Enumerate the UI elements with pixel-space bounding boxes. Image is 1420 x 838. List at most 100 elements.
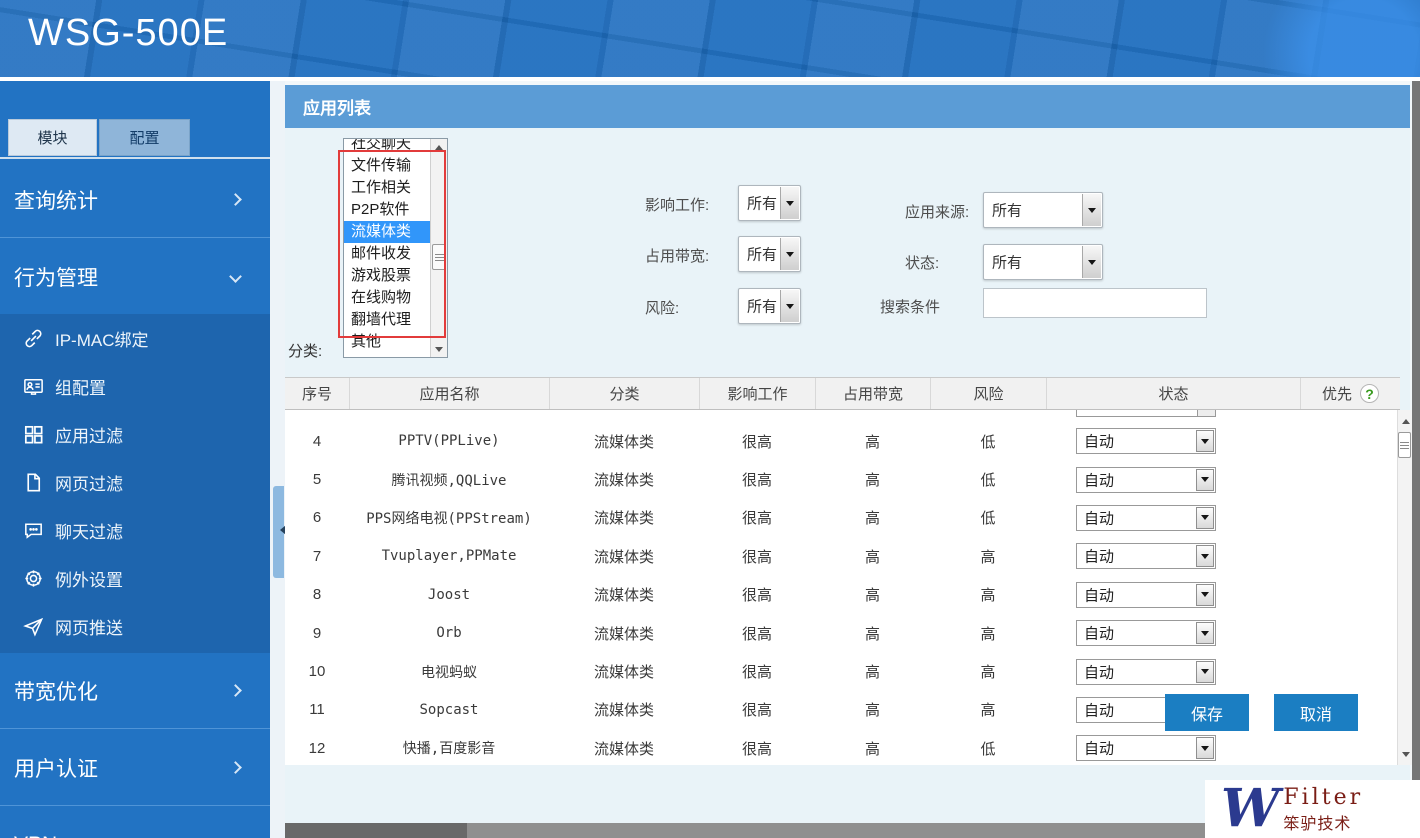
- filter-source-select[interactable]: 所有: [983, 192, 1103, 228]
- scroll-down-icon[interactable]: [1398, 746, 1414, 762]
- cell-risk: 高: [930, 661, 1046, 682]
- table-header: 序号 应用名称 分类 影响工作 占用带宽 风险 状态 优先 ?: [285, 377, 1400, 410]
- sidebar-item-1[interactable]: IP-MAC绑定: [0, 314, 270, 362]
- cell-no: 8: [285, 586, 349, 603]
- category-option-9[interactable]: 翻墙代理: [344, 309, 430, 331]
- chevron-down-icon[interactable]: [1196, 584, 1214, 606]
- tab-module[interactable]: 模块: [8, 119, 97, 156]
- sidebar-group-1[interactable]: 查询统计: [0, 162, 270, 237]
- sidebar-item-6[interactable]: 例外设置: [0, 554, 270, 602]
- listbox-scrollbar[interactable]: [430, 139, 447, 357]
- chevron-down-icon[interactable]: [1196, 545, 1214, 567]
- help-icon[interactable]: ?: [1360, 384, 1379, 403]
- status-select[interactable]: 自动: [1076, 428, 1216, 454]
- cell-no: 6: [285, 509, 349, 526]
- filter-risk-select[interactable]: 所有: [738, 288, 801, 324]
- category-option-4[interactable]: P2P软件: [344, 199, 430, 221]
- status-select-value: 自动: [1084, 431, 1114, 452]
- sidebar-group-5[interactable]: VPN: [0, 807, 270, 838]
- sidebar-submenu: IP-MAC绑定组配置应用过滤网页过滤聊天过滤例外设置网页推送: [0, 314, 270, 653]
- sidebar-item-5[interactable]: 聊天过滤: [0, 506, 270, 554]
- cancel-button[interactable]: 取消: [1274, 694, 1358, 731]
- category-option-5[interactable]: 流媒体类: [344, 221, 430, 243]
- chevron-down-icon[interactable]: [1082, 194, 1101, 226]
- chevron-down-icon[interactable]: [1196, 737, 1214, 759]
- page-icon: [22, 471, 45, 494]
- sidebar-group-3[interactable]: 带宽优化: [0, 653, 270, 728]
- cell-bandwidth: 高: [815, 584, 930, 605]
- sidebar-item-7[interactable]: 网页推送: [0, 602, 270, 650]
- status-select[interactable]: 自动: [1076, 582, 1216, 608]
- cell-bandwidth: 高: [815, 507, 930, 528]
- scroll-down-icon[interactable]: [431, 341, 447, 357]
- cell-impact: 很高: [699, 699, 815, 720]
- chevron-down-icon[interactable]: [1196, 622, 1214, 644]
- chevron-down-icon[interactable]: [1196, 507, 1214, 529]
- cell-category: 流媒体类: [549, 699, 699, 720]
- category-option-6[interactable]: 邮件收发: [344, 243, 430, 265]
- status-select[interactable]: 自动: [1076, 620, 1216, 646]
- sidebar-item-4[interactable]: 网页过滤: [0, 458, 270, 506]
- sidebar-item-label: 例外设置: [55, 566, 123, 591]
- sidebar-item-3[interactable]: 应用过滤: [0, 410, 270, 458]
- cell-category: 流媒体类: [549, 431, 699, 452]
- category-listbox[interactable]: 社交聊天文件传输工作相关P2P软件流媒体类邮件收发游戏股票在线购物翻墙代理其他: [343, 138, 448, 358]
- sidebar: 模块 配置 查询统计行为管理 IP-MAC绑定组配置应用过滤网页过滤聊天过滤例外设…: [0, 81, 270, 838]
- cell-risk: 高: [930, 546, 1046, 567]
- status-select[interactable]: 自动: [1076, 659, 1216, 685]
- table-row: 5腾讯视频,QQLive流媒体类很高高低自动: [285, 460, 1397, 498]
- table-row: 6PPS网络电视(PPStream)流媒体类很高高低自动: [285, 499, 1397, 537]
- listbox-scroll-thumb[interactable]: [432, 244, 446, 270]
- cell-impact: 很高: [699, 738, 815, 759]
- category-option-8[interactable]: 在线购物: [344, 287, 430, 309]
- search-input[interactable]: [983, 288, 1207, 318]
- status-select[interactable]: 自动: [1076, 735, 1216, 761]
- category-option-7[interactable]: 游戏股票: [344, 265, 430, 287]
- save-button[interactable]: 保存: [1165, 694, 1249, 731]
- col-bandwidth: 占用带宽: [815, 378, 930, 409]
- table-scroll-thumb[interactable]: [1398, 432, 1411, 458]
- cell-no: 4: [285, 433, 349, 450]
- chevron-down-icon[interactable]: [780, 290, 799, 322]
- sidebar-item-2[interactable]: 组配置: [0, 362, 270, 410]
- sidebar-group-label: 行为管理: [14, 262, 98, 292]
- chevron-down-icon[interactable]: [1196, 430, 1214, 452]
- filter-bandwidth-label: 占用带宽:: [645, 245, 709, 266]
- chevron-down-icon[interactable]: [1196, 469, 1214, 491]
- category-option-2[interactable]: 文件传输: [344, 155, 430, 177]
- tab-config[interactable]: 配置: [99, 119, 190, 156]
- category-option-10[interactable]: 其他: [344, 331, 430, 353]
- chevron-down-icon[interactable]: [1196, 661, 1214, 683]
- chevron-down-icon: [229, 270, 242, 283]
- sidebar-item-label: 网页推送: [55, 614, 123, 639]
- cell-name: PPTV(PPLive): [349, 433, 549, 449]
- status-select[interactable]: 自动: [1076, 505, 1216, 531]
- category-option-3[interactable]: 工作相关: [344, 177, 430, 199]
- chevron-right-icon: [229, 684, 242, 697]
- cell-status: 自动: [1046, 576, 1300, 614]
- wfilter-logo: W Filter 笨驴技术: [1205, 780, 1420, 838]
- table-scrollbar[interactable]: [1397, 410, 1412, 765]
- status-select[interactable]: 自动: [1076, 543, 1216, 569]
- filter-bandwidth-select[interactable]: 所有: [738, 236, 801, 272]
- filter-status-select[interactable]: 所有: [983, 244, 1103, 280]
- cell-bandwidth: 高: [815, 661, 930, 682]
- horizontal-scroll-thumb[interactable]: [285, 823, 467, 838]
- logo-company: 笨驴技术: [1283, 810, 1363, 834]
- sidebar-group-2[interactable]: 行为管理: [0, 239, 270, 314]
- status-select-clipped[interactable]: [1076, 410, 1216, 417]
- app-window: WSG-500E 模块 配置 查询统计行为管理IP-MAC绑定组配置应用过滤网页…: [0, 0, 1420, 838]
- col-status: 状态: [1046, 378, 1300, 409]
- chevron-down-icon[interactable]: [780, 238, 799, 270]
- chevron-down-icon[interactable]: [780, 187, 799, 219]
- filter-impact-select[interactable]: 所有: [738, 185, 801, 221]
- category-option-1[interactable]: 社交聊天: [344, 138, 430, 155]
- scroll-up-icon[interactable]: [431, 139, 447, 155]
- chevron-down-icon[interactable]: [1082, 246, 1101, 278]
- cell-bandwidth: 高: [815, 623, 930, 644]
- status-select[interactable]: 自动: [1076, 467, 1216, 493]
- table-row: 9Orb流媒体类很高高高自动: [285, 614, 1397, 652]
- sidebar-group-4[interactable]: 用户认证: [0, 730, 270, 805]
- window-scrollbar[interactable]: [1412, 81, 1420, 838]
- scroll-up-icon[interactable]: [1398, 413, 1414, 429]
